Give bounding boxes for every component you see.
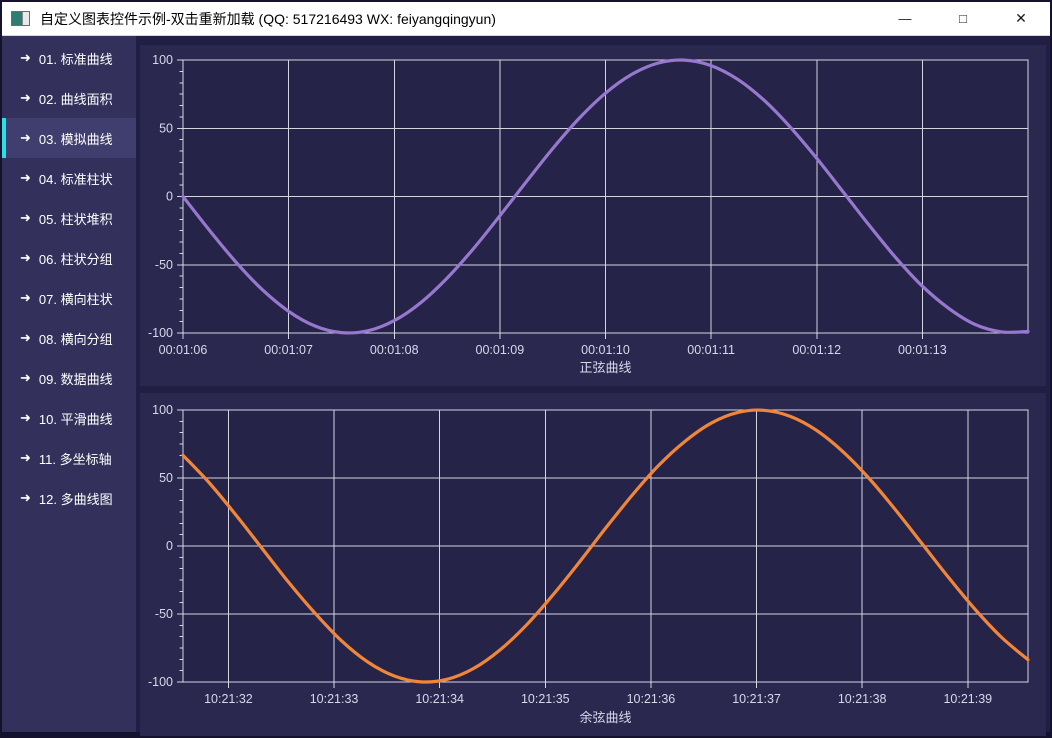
- arrow-icon: ➜: [20, 490, 31, 506]
- x-tick-label: 10:21:35: [521, 692, 570, 706]
- y-tick-label: -100: [148, 326, 173, 340]
- sidebar-item-09[interactable]: ➜ 09. 数据曲线: [2, 358, 136, 398]
- arrow-icon: ➜: [20, 50, 31, 66]
- x-tick-label: 00:01:13: [898, 343, 947, 357]
- sidebar-item-label: 03. 模拟曲线: [39, 129, 113, 148]
- y-tick-label: 100: [152, 53, 173, 67]
- x-tick-label: 10:21:37: [732, 692, 781, 706]
- sidebar-item-08[interactable]: ➜ 08. 横向分组: [2, 318, 136, 358]
- window-controls: — □ ✕: [876, 2, 1050, 35]
- x-tick-label: 10:21:38: [838, 692, 887, 706]
- sidebar-item-11[interactable]: ➜ 11. 多坐标轴: [2, 438, 136, 478]
- sidebar-item-label: 09. 数据曲线: [39, 369, 113, 388]
- y-tick-label: -100: [148, 675, 173, 689]
- sidebar-item-12[interactable]: ➜ 12. 多曲线图: [2, 478, 136, 518]
- sidebar-item-label: 01. 标准曲线: [39, 49, 113, 68]
- y-tick-label: 50: [159, 121, 173, 135]
- axis-title: 正弦曲线: [579, 360, 631, 375]
- sidebar-item-03[interactable]: ➜ 03. 模拟曲线: [2, 118, 136, 158]
- arrow-icon: ➜: [20, 450, 31, 466]
- arrow-icon: ➜: [20, 210, 31, 226]
- x-tick-label: 00:01:12: [792, 343, 841, 357]
- x-tick-label: 10:21:33: [310, 692, 359, 706]
- y-tick-label: 100: [152, 403, 173, 417]
- arrow-icon: ➜: [20, 370, 31, 386]
- sidebar-item-label: 05. 柱状堆积: [39, 209, 113, 228]
- sidebar: ➜ 01. 标准曲线 ➜ 02. 曲线面积 ➜ 03. 模拟曲线 ➜ 04. 标准柱状 ➜ 05.…: [2, 36, 136, 732]
- sidebar-item-label: 11. 多坐标轴: [39, 449, 112, 468]
- y-tick-label: 50: [159, 471, 173, 485]
- x-tick-label: 10:21:36: [627, 692, 676, 706]
- minimize-button[interactable]: —: [876, 2, 934, 35]
- arrow-icon: ➜: [20, 410, 31, 426]
- app-icon-teal-pane: [12, 12, 23, 25]
- sidebar-item-label: 07. 横向柱状: [39, 289, 113, 308]
- chart-canvas: 100 50 0 -50 -100 00:01:06 00:01:07 00:01:08 00:…: [140, 45, 1046, 381]
- main-area: ➜ 01. 标准曲线 ➜ 02. 曲线面积 ➜ 03. 模拟曲线 ➜ 04. 标准柱状 ➜ 05.…: [2, 36, 1050, 732]
- y-tick-label: 0: [166, 539, 173, 553]
- titlebar[interactable]: 自定义图表控件示例-双击重新加载 (QQ: 517216493 WX: feiy…: [2, 2, 1050, 36]
- y-tick-label: -50: [155, 607, 173, 621]
- chart-panel[interactable]: 100 50 0 -50 -100 00:01:06 00:01:07 00:01:08 00:…: [136, 36, 1050, 732]
- x-tick-label: 10:21:32: [204, 692, 253, 706]
- sidebar-item-01[interactable]: ➜ 01. 标准曲线: [2, 38, 136, 78]
- x-tick-label: 00:01:08: [370, 343, 419, 357]
- arrow-icon: ➜: [20, 330, 31, 346]
- sidebar-item-label: 12. 多曲线图: [39, 489, 113, 508]
- x-tick-label: 10:21:34: [415, 692, 464, 706]
- arrow-icon: ➜: [20, 130, 31, 146]
- cosine-chart: 100 50 0 -50 -100 10:21:32 10:21:33 10:21:34 10:…: [140, 393, 1046, 736]
- sidebar-item-07[interactable]: ➜ 07. 横向柱状: [2, 278, 136, 318]
- app-icon: [11, 11, 30, 26]
- sidebar-item-02[interactable]: ➜ 02. 曲线面积: [2, 78, 136, 118]
- arrow-icon: ➜: [20, 90, 31, 106]
- sidebar-item-label: 08. 横向分组: [39, 329, 113, 348]
- sidebar-item-10[interactable]: ➜ 10. 平滑曲线: [2, 398, 136, 438]
- x-tick-label: 00:01:07: [264, 343, 313, 357]
- close-button[interactable]: ✕: [992, 2, 1050, 35]
- x-tick-label: 00:01:09: [476, 343, 525, 357]
- sidebar-item-06[interactable]: ➜ 06. 柱状分组: [2, 238, 136, 278]
- sidebar-item-label: 02. 曲线面积: [39, 89, 113, 108]
- x-tick-label: 00:01:10: [581, 343, 630, 357]
- sidebar-item-label: 10. 平滑曲线: [39, 409, 113, 428]
- app-icon-light-pane: [23, 12, 29, 25]
- maximize-button[interactable]: □: [934, 2, 992, 35]
- y-tick-label: -50: [155, 258, 173, 272]
- sidebar-item-04[interactable]: ➜ 04. 标准柱状: [2, 158, 136, 198]
- arrow-icon: ➜: [20, 250, 31, 266]
- axis-title: 余弦曲线: [579, 710, 631, 725]
- sidebar-item-label: 06. 柱状分组: [39, 249, 113, 268]
- sine-chart: 100 50 0 -50 -100 00:01:06 00:01:07 00:01:08 00:…: [140, 45, 1046, 386]
- sidebar-item-label: 04. 标准柱状: [39, 169, 113, 188]
- window-title: 自定义图表控件示例-双击重新加载 (QQ: 517216493 WX: feiy…: [40, 9, 496, 29]
- app-window: 自定义图表控件示例-双击重新加载 (QQ: 517216493 WX: feiy…: [0, 0, 1052, 738]
- sidebar-item-05[interactable]: ➜ 05. 柱状堆积: [2, 198, 136, 238]
- y-tick-label: 0: [166, 190, 173, 204]
- x-tick-label: 10:21:39: [943, 692, 992, 706]
- chart-canvas: 100 50 0 -50 -100 10:21:32 10:21:33 10:21:34 10:…: [140, 393, 1046, 731]
- arrow-icon: ➜: [20, 290, 31, 306]
- x-tick-label: 00:01:11: [687, 343, 735, 357]
- arrow-icon: ➜: [20, 170, 31, 186]
- x-tick-label: 00:01:06: [159, 343, 208, 357]
